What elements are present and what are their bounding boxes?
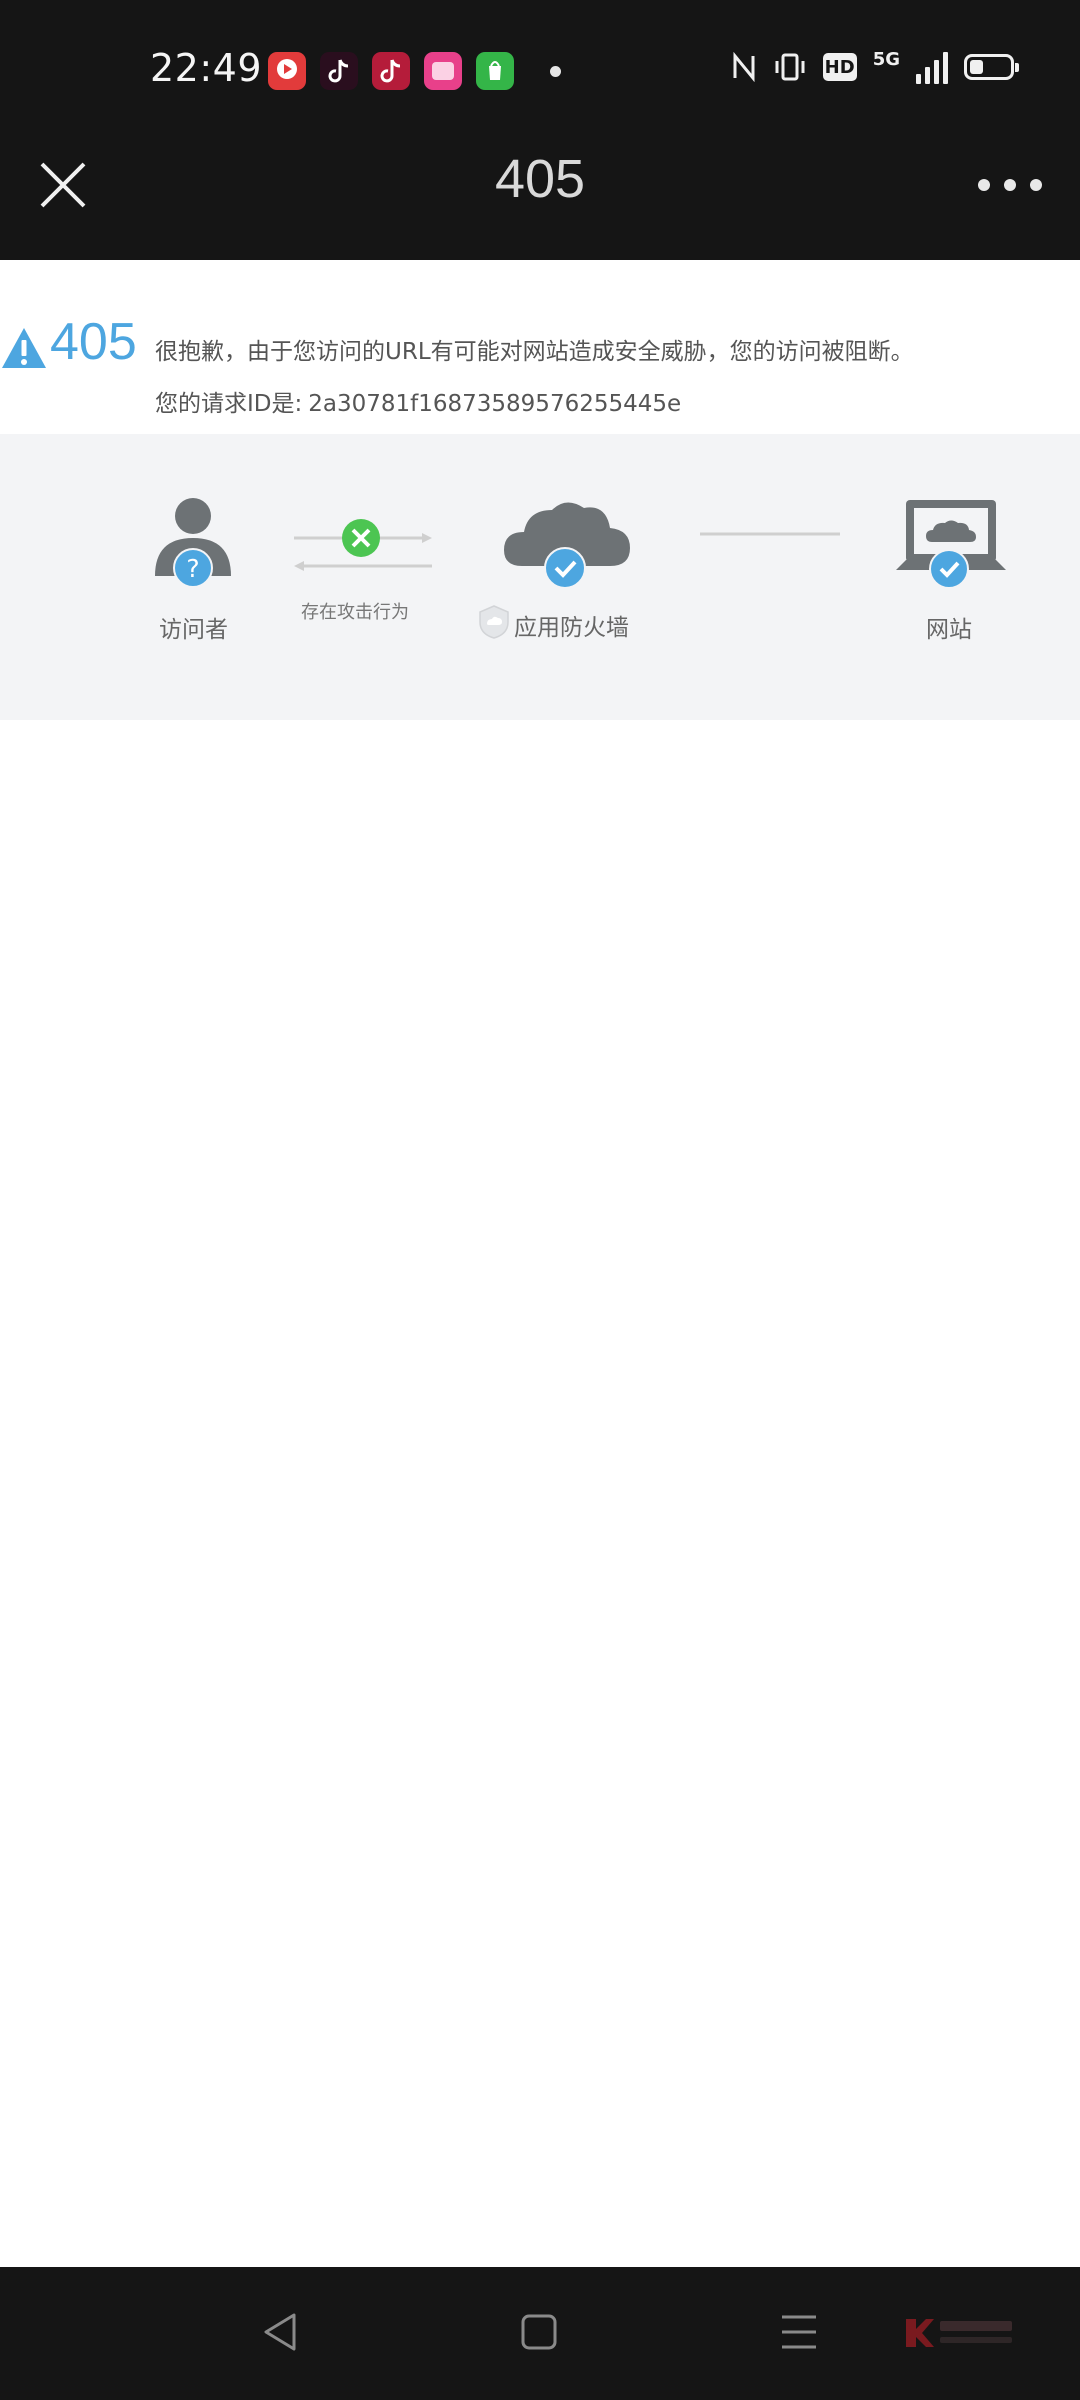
request-id-value: 2a30781f16873589576255445e bbox=[308, 391, 682, 417]
visitor-label: 访问者 bbox=[159, 617, 228, 643]
error-message: 很抱歉，由于您访问的URL有可能对网站造成安全威胁，您的访问被阻断。 bbox=[155, 339, 914, 365]
more-dot bbox=[1030, 179, 1042, 191]
visitor-icon: ? bbox=[155, 498, 231, 588]
more-dot bbox=[1004, 179, 1016, 191]
navigation-bar bbox=[0, 2267, 1080, 2400]
website-label: 网站 bbox=[926, 617, 972, 643]
web-content: 405 很抱歉，由于您访问的URL有可能对网站造成安全威胁，您的访问被阻断。 您… bbox=[0, 260, 1080, 1266]
network-type: 5G bbox=[872, 48, 900, 70]
douyin-app-icon bbox=[320, 52, 358, 90]
signal-icon bbox=[916, 50, 948, 84]
more-options-button[interactable] bbox=[978, 170, 1042, 200]
notification-icons bbox=[268, 52, 514, 90]
video-app-icon bbox=[268, 52, 306, 90]
recents-button[interactable] bbox=[774, 2307, 824, 2357]
pink-app-icon bbox=[424, 52, 462, 90]
attack-label: 存在攻击行为 bbox=[301, 602, 409, 623]
firewall-label: 应用防火墙 bbox=[514, 615, 629, 641]
request-id-line: 您的请求ID是: 2a30781f16873589576255445e bbox=[155, 384, 681, 418]
home-button[interactable] bbox=[514, 2307, 564, 2357]
menu-lines-icon bbox=[782, 2315, 816, 2349]
battery-level bbox=[970, 60, 983, 74]
error-code: 405 bbox=[50, 313, 137, 371]
website-laptop-icon bbox=[896, 500, 1006, 589]
blocked-arrows-icon bbox=[294, 519, 432, 571]
more-dot bbox=[978, 179, 990, 191]
warning-icon bbox=[2, 328, 46, 368]
douyin-lite-app-icon bbox=[372, 52, 410, 90]
svg-text:?: ? bbox=[186, 554, 199, 583]
block-diagram: ? 访问者 存在攻击行为 应用防火墙 网站 bbox=[0, 434, 1080, 720]
title-bar: 405 bbox=[0, 140, 1080, 260]
shield-icon bbox=[479, 605, 509, 639]
notification-dot bbox=[550, 66, 561, 77]
vibrate-icon bbox=[775, 53, 805, 81]
watermark-logo-icon bbox=[906, 2319, 1012, 2347]
system-icons: HD 5G bbox=[731, 48, 1019, 84]
nfc-icon bbox=[733, 52, 755, 82]
status-bar: 22:49 HD 5G bbox=[0, 0, 1080, 140]
home-square-icon bbox=[521, 2314, 557, 2350]
battery-icon bbox=[964, 54, 1019, 80]
firewall-cloud-icon bbox=[504, 502, 630, 589]
hd-badge-icon: HD bbox=[822, 53, 857, 81]
page-title: 405 bbox=[494, 149, 586, 209]
back-triangle-icon bbox=[264, 2313, 296, 2351]
request-id-label: 您的请求ID是: bbox=[155, 391, 303, 417]
status-time: 22:49 bbox=[150, 46, 263, 90]
connection-line bbox=[700, 532, 840, 536]
shopping-bag-app-icon bbox=[476, 52, 514, 90]
back-button[interactable] bbox=[256, 2307, 306, 2357]
